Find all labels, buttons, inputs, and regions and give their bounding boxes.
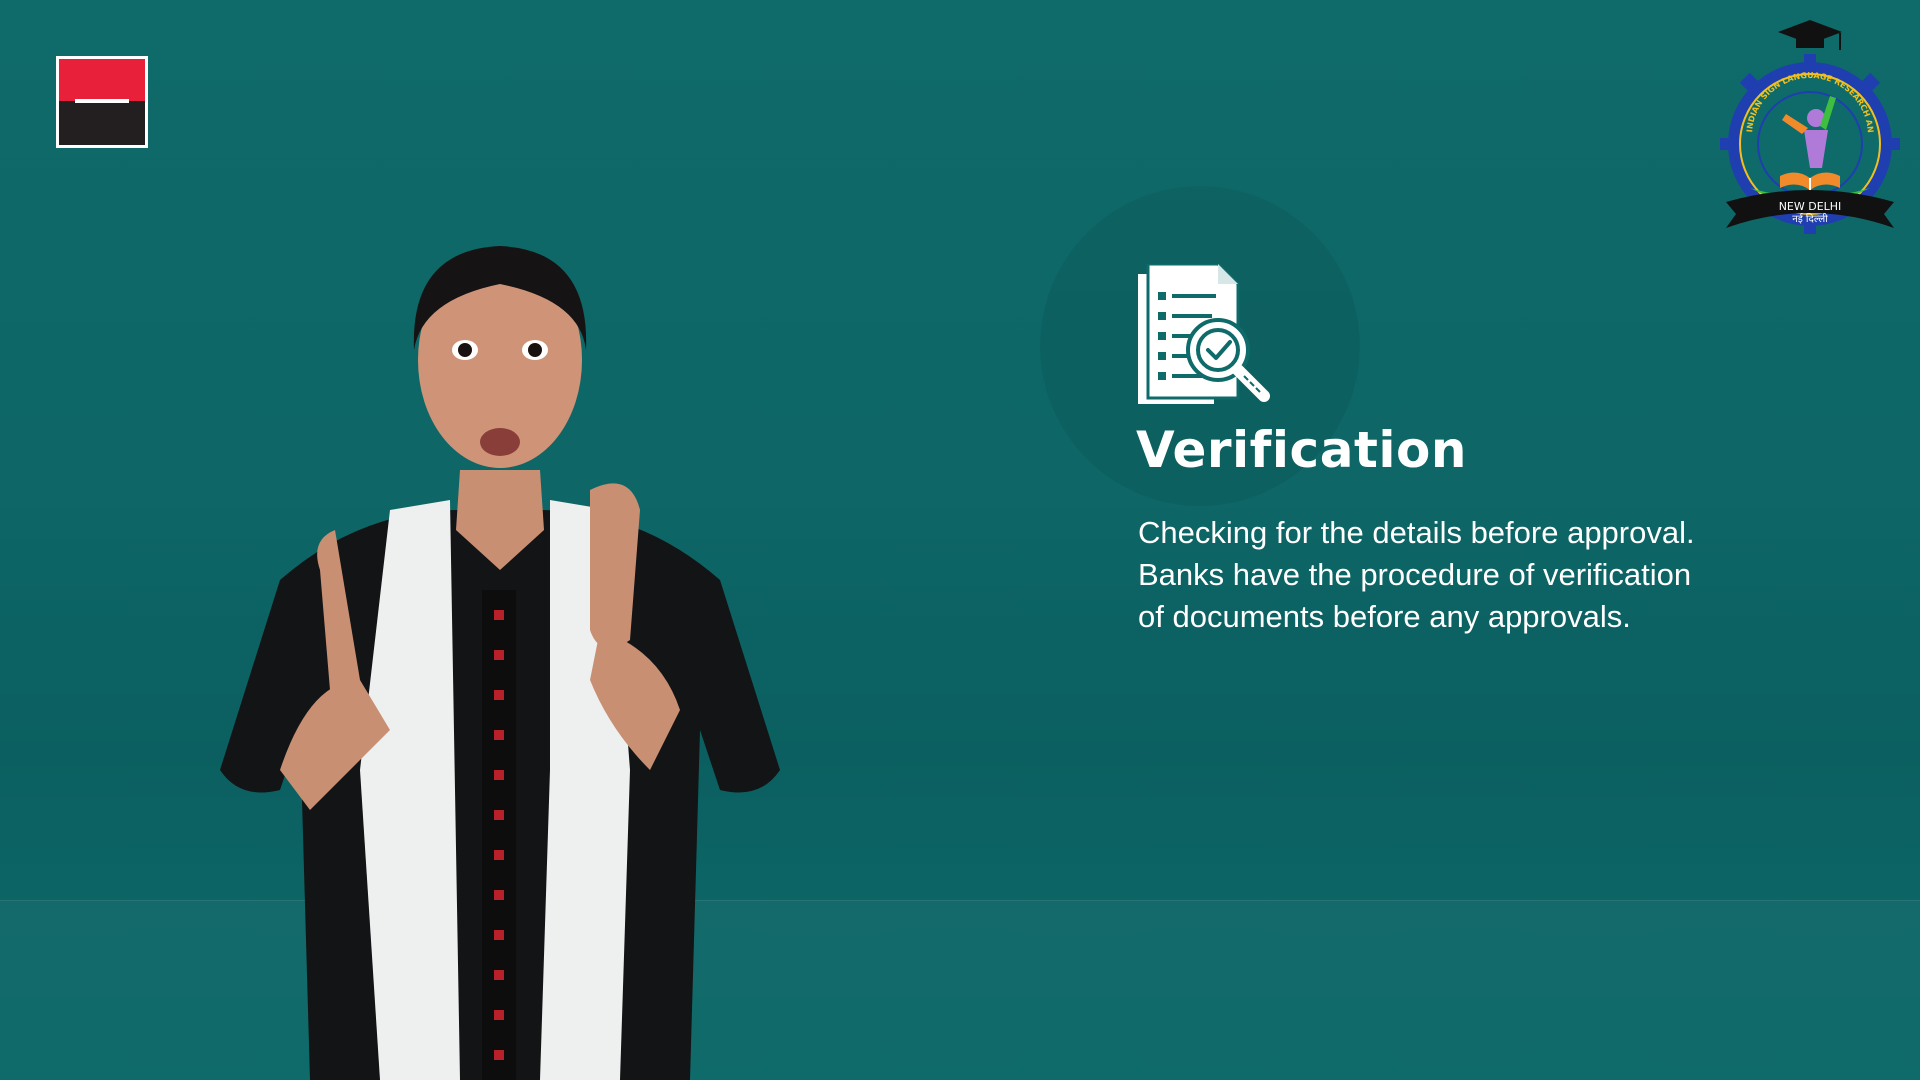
document-verification-icon xyxy=(1138,264,1270,404)
brand-logo-white-bar xyxy=(75,99,129,103)
emblem-banner-hi: नई दिल्ली xyxy=(1792,213,1828,225)
sign-language-interpreter xyxy=(220,246,780,1080)
brand-logo xyxy=(56,56,148,148)
isl-emblem-icon: INDIAN SIGN LANGUAGE RESEARCH AND TRAINI… xyxy=(1716,18,1900,234)
emblem-banner-en: NEW DELHI xyxy=(1779,200,1842,213)
slide-description: Checking for the details before approval… xyxy=(1138,512,1878,638)
description-line-2: Banks have the procedure of verification xyxy=(1138,557,1692,592)
description-line-3: of documents before any approvals. xyxy=(1138,599,1631,634)
slide-heading: Verification xyxy=(1136,421,1467,479)
video-frame: INDIAN SIGN LANGUAGE RESEARCH AND TRAINI… xyxy=(0,0,1920,1080)
description-line-1: Checking for the details before approval… xyxy=(1138,515,1695,550)
brand-logo-red-half xyxy=(59,59,145,101)
kurta-placket xyxy=(482,590,516,1080)
brand-logo-black-half xyxy=(59,101,145,145)
